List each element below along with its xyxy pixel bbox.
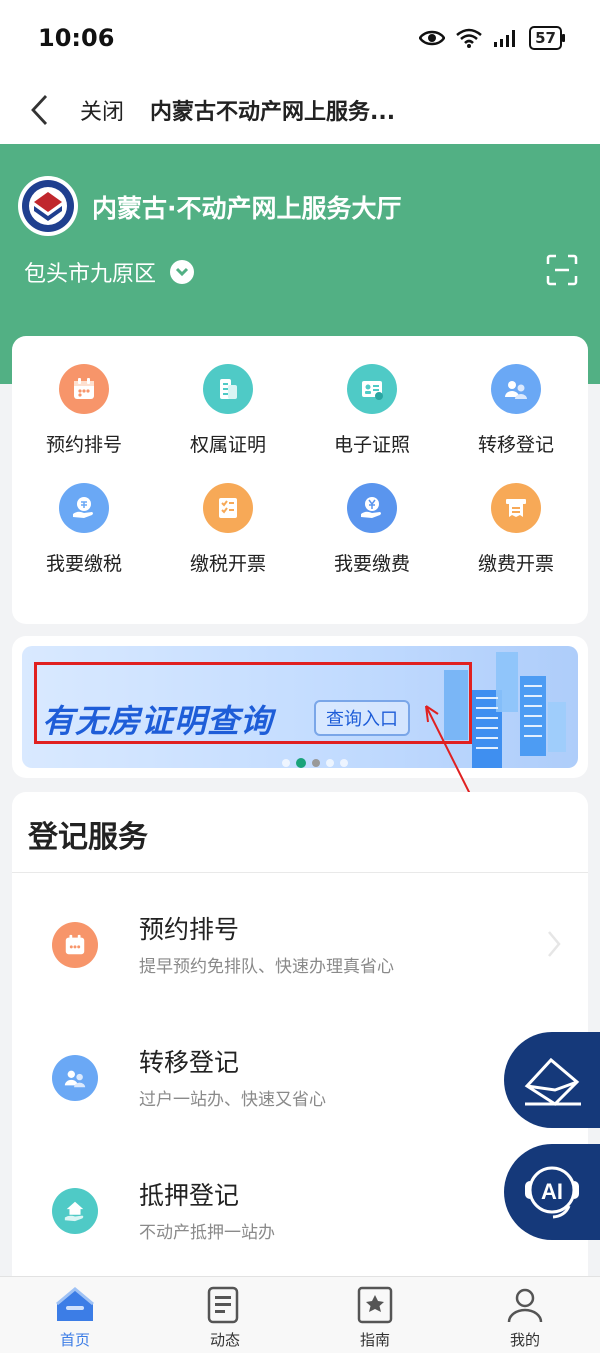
service-description: 提早预约免排队、快速办理真省心 (139, 957, 394, 977)
home-icon (53, 1285, 97, 1325)
carousel-dot[interactable] (326, 759, 334, 767)
grid-label: 预约排号 (45, 434, 122, 456)
checklist-icon (203, 483, 253, 533)
ai-headset-icon: AI (525, 1166, 579, 1219)
service-title: 预约排号 (139, 915, 240, 944)
service-item-appointment[interactable]: 预约排号 提早预约免排队、快速办理真省心 (12, 886, 588, 996)
carousel-dot[interactable] (312, 759, 320, 767)
id-card-icon (347, 364, 397, 414)
region-selector[interactable]: 包头市九原区 (24, 256, 195, 288)
ai-label: AI (541, 1179, 563, 1204)
chevron-down-icon (170, 260, 195, 284)
tax-hand-icon (59, 483, 109, 533)
grid-label: 转移登记 (477, 434, 554, 456)
user-icon (503, 1285, 547, 1325)
status-time: 10:06 (38, 24, 115, 52)
registration-services-card: 登记服务 预约排号 提早预约免排队、快速办理真省心 转移登记 过户一站办、快速又… (12, 792, 588, 1292)
star-bookmark-icon (353, 1285, 397, 1325)
nav-bar: 关闭 内蒙古不动产网上服务... (0, 76, 600, 144)
grid-item-appointment[interactable]: 预约排号 (12, 364, 156, 457)
grid-item-e-license[interactable]: 电子证照 (300, 364, 444, 457)
tab-guide[interactable]: 指南 (300, 1277, 450, 1353)
building-doc-icon (203, 364, 253, 414)
close-button[interactable]: 关闭 (80, 94, 124, 126)
wifi-icon (456, 28, 482, 48)
tab-label: 指南 (359, 1331, 390, 1349)
annotation-highlight-box (34, 662, 472, 744)
grid-label: 我要缴费 (333, 553, 410, 575)
section-heading: 登记服务 (28, 820, 148, 855)
bottom-tab-bar: 首页 动态 指南 我的 (0, 1276, 600, 1353)
hero-title: 内蒙古·不动产网上服务大厅 (92, 194, 402, 223)
eye-icon (419, 30, 446, 46)
signal-icon (494, 30, 516, 47)
calendar-icon (52, 922, 98, 968)
carousel-dot[interactable] (340, 759, 348, 767)
grid-item-pay-fee[interactable]: 我要缴费 (300, 483, 444, 576)
receipt-icon (491, 483, 541, 533)
grid-item-ownership-cert[interactable]: 权属证明 (156, 364, 300, 457)
divider (12, 872, 588, 873)
back-button[interactable] (0, 76, 80, 144)
grid-label: 我要缴税 (45, 553, 122, 575)
tab-news[interactable]: 动态 (150, 1277, 300, 1353)
grid-item-fee-invoice[interactable]: 缴费开票 (444, 483, 588, 576)
grid-label: 缴费开票 (477, 553, 554, 575)
document-icon (203, 1285, 247, 1325)
status-icons: 57 (419, 26, 565, 50)
tab-home[interactable]: 首页 (0, 1277, 150, 1353)
tab-mine[interactable]: 我的 (450, 1277, 600, 1353)
floating-ai-assistant-button[interactable]: AI (504, 1144, 600, 1240)
grid-label: 电子证照 (333, 434, 410, 456)
quick-function-card: 预约排号 权属证明 电子证照 转移登记 我要缴税 缴税开票 我要缴费 缴费开票 (12, 336, 588, 624)
service-description: 过户一站办、快速又省心 (139, 1090, 326, 1110)
floating-envelope-button[interactable] (504, 1032, 600, 1128)
service-item-mortgage[interactable]: 抵押登记 不动产抵押一站办 (12, 1152, 588, 1262)
page-title: 内蒙古不动产网上服务... (150, 100, 396, 125)
scan-icon[interactable] (546, 254, 578, 286)
house-hand-icon (52, 1188, 98, 1234)
grid-item-tax-invoice[interactable]: 缴税开票 (156, 483, 300, 576)
carousel-indicator (282, 758, 348, 768)
service-description: 不动产抵押一站办 (139, 1223, 275, 1243)
grid-item-pay-tax[interactable]: 我要缴税 (12, 483, 156, 576)
tab-label: 首页 (59, 1331, 90, 1349)
service-title: 抵押登记 (139, 1181, 240, 1210)
logo-emblem-icon (18, 176, 78, 236)
carousel-dot-active[interactable] (296, 758, 306, 768)
chevron-right-icon (548, 931, 561, 957)
tab-label: 动态 (209, 1331, 240, 1349)
battery-level: 57 (529, 26, 565, 50)
tab-label: 我的 (509, 1331, 540, 1349)
service-title: 转移登记 (139, 1048, 240, 1077)
transfer-users-icon (491, 364, 541, 414)
service-item-transfer[interactable]: 转移登记 过户一站办、快速又省心 (12, 1019, 588, 1129)
calendar-icon (59, 364, 109, 414)
envelope-icon (524, 1057, 581, 1106)
region-label: 包头市九原区 (24, 262, 157, 287)
grid-label: 权属证明 (189, 434, 266, 456)
grid-item-transfer[interactable]: 转移登记 (444, 364, 588, 457)
carousel-dot[interactable] (282, 759, 290, 767)
yuan-hand-icon (347, 483, 397, 533)
chevron-left-icon (31, 95, 48, 125)
transfer-users-icon (52, 1055, 98, 1101)
grid-label: 缴税开票 (189, 553, 266, 575)
function-grid: 预约排号 权属证明 电子证照 转移登记 我要缴税 缴税开票 我要缴费 缴费开票 (12, 364, 588, 576)
status-bar: 10:06 57 (0, 0, 600, 76)
